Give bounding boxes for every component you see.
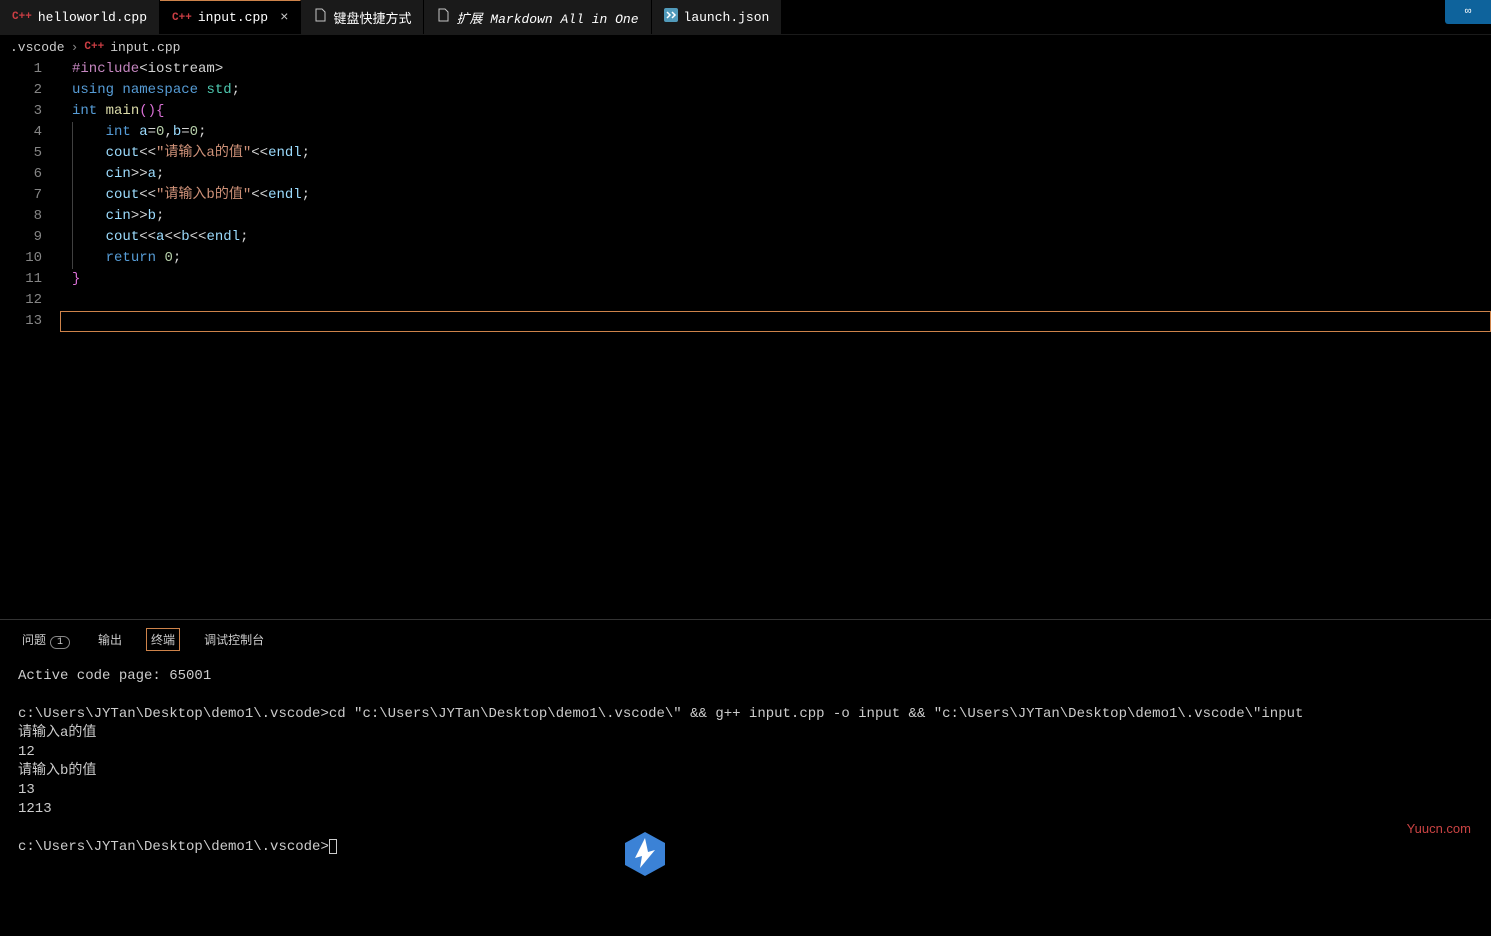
- line-number: 4: [0, 122, 42, 143]
- terminal-line: 请输入a的值: [18, 724, 1473, 743]
- code-line[interactable]: #include<iostream>: [60, 59, 1491, 80]
- line-number: 1: [0, 59, 42, 80]
- bottom-panel: 问题1 输出终端调试控制台 Active code page: 65001 c:\…: [0, 619, 1491, 865]
- line-number: 13: [0, 311, 42, 332]
- code-line[interactable]: [60, 311, 1491, 332]
- watermark: Yuucn.com: [1407, 821, 1471, 836]
- indent-guide: [72, 227, 73, 248]
- line-number: 10: [0, 248, 42, 269]
- terminal-line: 1213: [18, 800, 1473, 819]
- mascot-icon[interactable]: [620, 828, 670, 878]
- indent-guide: [72, 185, 73, 206]
- code-line[interactable]: return 0;: [60, 248, 1491, 269]
- line-number: 11: [0, 269, 42, 290]
- breadcrumb-part[interactable]: .vscode: [10, 40, 65, 55]
- line-gutter: 12345678910111213: [0, 59, 60, 619]
- line-number: 7: [0, 185, 42, 206]
- top-right-badge[interactable]: ∞: [1445, 0, 1491, 24]
- terminal-line: 13: [18, 781, 1473, 800]
- indent-guide: [72, 122, 73, 143]
- code-line[interactable]: cout<<a<<b<<endl;: [60, 227, 1491, 248]
- line-number: 2: [0, 80, 42, 101]
- tabs-bar: C++ helloworld.cpp C++ input.cpp × 键盘快捷方式 扩展 M…: [0, 0, 1491, 35]
- tab-helloworld.cpp[interactable]: C++ helloworld.cpp: [0, 0, 160, 34]
- terminal-line: Active code page: 65001: [18, 667, 1473, 686]
- line-number: 12: [0, 290, 42, 311]
- file-icon: [313, 8, 327, 26]
- tab-键盘快捷方式[interactable]: 键盘快捷方式: [301, 0, 424, 34]
- close-icon[interactable]: ×: [280, 10, 288, 26]
- cpp-icon: C++: [172, 12, 192, 24]
- line-number: 9: [0, 227, 42, 248]
- terminal-line: c:\Users\JYTan\Desktop\demo1\.vscode>: [18, 838, 1473, 857]
- panel-tab-调试控制台[interactable]: 调试控制台: [200, 629, 268, 650]
- cpp-icon: C++: [84, 41, 104, 53]
- tab-launch.json[interactable]: launch.json: [652, 0, 783, 34]
- tab-label: 扩展 Markdown All in One: [456, 8, 638, 27]
- line-number: 8: [0, 206, 42, 227]
- tab-input.cpp[interactable]: C++ input.cpp ×: [160, 0, 301, 34]
- code-line[interactable]: cout<<"请输入a的值"<<endl;: [60, 143, 1491, 164]
- code-line[interactable]: [60, 290, 1491, 311]
- code-line[interactable]: using namespace std;: [60, 80, 1491, 101]
- indent-guide: [72, 164, 73, 185]
- tab-label: 键盘快捷方式: [333, 8, 411, 27]
- code-line[interactable]: cout<<"请输入b的值"<<endl;: [60, 185, 1491, 206]
- terminal-output[interactable]: Active code page: 65001 c:\Users\JYTan\D…: [0, 659, 1491, 865]
- json-icon: [664, 8, 678, 26]
- breadcrumb-part[interactable]: input.cpp: [110, 40, 180, 55]
- code-line[interactable]: int main(){: [60, 101, 1491, 122]
- panel-tabs: 问题1 输出终端调试控制台: [0, 620, 1491, 659]
- chevron-right-icon: ›: [71, 40, 79, 55]
- code-line[interactable]: cin>>a;: [60, 164, 1491, 185]
- panel-tab-问题[interactable]: 问题1: [18, 629, 74, 651]
- line-number: 3: [0, 101, 42, 122]
- terminal-line: 请输入b的值: [18, 762, 1473, 781]
- editor[interactable]: 12345678910111213 #include<iostream>usin…: [0, 59, 1491, 619]
- indent-guide: [72, 248, 73, 269]
- terminal-line: [18, 819, 1473, 838]
- tab-扩展-Markdown-All-in-One[interactable]: 扩展 Markdown All in One: [424, 0, 651, 34]
- code-line[interactable]: }: [60, 269, 1491, 290]
- code-area[interactable]: #include<iostream>using namespace std;in…: [60, 59, 1491, 619]
- code-line[interactable]: int a=0,b=0;: [60, 122, 1491, 143]
- terminal-line: [18, 686, 1473, 705]
- panel-tab-输出[interactable]: 输出: [94, 629, 126, 650]
- file-icon: [436, 8, 450, 26]
- badge-text: ∞: [1465, 6, 1472, 18]
- terminal-cursor: [329, 839, 337, 854]
- cpp-icon: C++: [12, 11, 32, 23]
- indent-guide: [72, 143, 73, 164]
- tab-label: input.cpp: [198, 10, 268, 25]
- line-number: 6: [0, 164, 42, 185]
- tab-label: launch.json: [684, 10, 770, 25]
- indent-guide: [72, 206, 73, 227]
- breadcrumb[interactable]: .vscode › C++ input.cpp: [0, 35, 1491, 59]
- terminal-line: 12: [18, 743, 1473, 762]
- badge: 1: [50, 636, 70, 649]
- terminal-line: c:\Users\JYTan\Desktop\demo1\.vscode>cd …: [18, 705, 1473, 724]
- code-line[interactable]: cin>>b;: [60, 206, 1491, 227]
- tab-label: helloworld.cpp: [38, 10, 147, 25]
- line-number: 5: [0, 143, 42, 164]
- panel-tab-终端[interactable]: 终端: [146, 628, 180, 651]
